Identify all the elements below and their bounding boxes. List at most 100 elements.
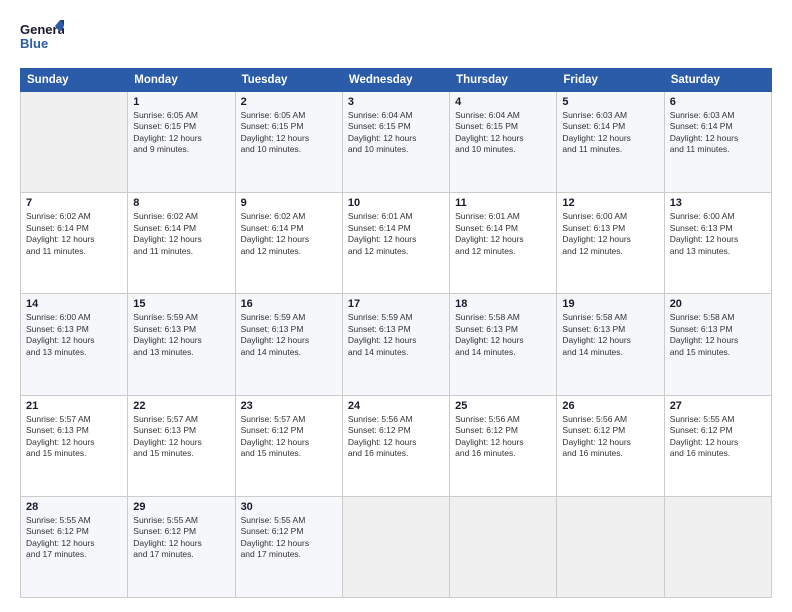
day-number: 14 (26, 298, 122, 310)
day-cell: 2Sunrise: 6:05 AM Sunset: 6:15 PM Daylig… (235, 92, 342, 193)
day-number: 15 (133, 298, 229, 310)
day-cell: 15 Sunrise: 5:59 AM Sunset: 6:13 PM Dayli… (128, 294, 235, 395)
day-cell: 13 Sunrise: 6:00 AM Sunset: 6:13 PM Dayli… (664, 193, 771, 294)
day-info: Sunrise: 6:00 AM Sunset: 6:13 PM Dayligh… (26, 312, 122, 358)
day-info: Sunrise: 5:55 AM Sunset: 6:12 PM Dayligh… (26, 515, 122, 561)
logo: General Blue (20, 18, 64, 58)
day-info: Sunrise: 6:05 AM Sunset: 6:15 PM Dayligh… (133, 110, 229, 156)
day-info: Sunrise: 5:58 AM Sunset: 6:13 PM Dayligh… (670, 312, 766, 358)
day-number: 12 (562, 197, 658, 209)
day-cell: 30Sunrise: 5:55 AM Sunset: 6:12 PM Dayli… (235, 496, 342, 597)
col-header-saturday: Saturday (664, 69, 771, 92)
day-cell (21, 92, 128, 193)
day-cell: 4 Sunrise: 6:04 AM Sunset: 6:15 PM Daylig… (450, 92, 557, 193)
day-info: Sunrise: 5:57 AM Sunset: 6:12 PM Dayligh… (241, 414, 337, 460)
day-cell: 25 Sunrise: 5:56 AM Sunset: 6:12 PM Dayli… (450, 395, 557, 496)
day-number: 16 (241, 298, 337, 310)
day-cell: 18 Sunrise: 5:58 AM Sunset: 6:13 PM Dayli… (450, 294, 557, 395)
day-cell (664, 496, 771, 597)
day-info: Sunrise: 5:56 AM Sunset: 6:12 PM Dayligh… (562, 414, 658, 460)
day-cell: 14 Sunrise: 6:00 AM Sunset: 6:13 PM Dayli… (21, 294, 128, 395)
day-info: Sunrise: 5:58 AM Sunset: 6:13 PM Dayligh… (455, 312, 551, 358)
day-info: Sunrise: 6:01 AM Sunset: 6:14 PM Dayligh… (455, 211, 551, 257)
day-cell: 5 Sunrise: 6:03 AM Sunset: 6:14 PM Daylig… (557, 92, 664, 193)
day-info: Sunrise: 5:55 AM Sunset: 6:12 PM Dayligh… (241, 515, 337, 561)
day-info: Sunrise: 6:02 AM Sunset: 6:14 PM Dayligh… (241, 211, 337, 257)
day-number: 25 (455, 400, 551, 412)
day-number: 3 (348, 96, 444, 108)
day-cell: 20 Sunrise: 5:58 AM Sunset: 6:13 PM Dayli… (664, 294, 771, 395)
day-info: Sunrise: 5:56 AM Sunset: 6:12 PM Dayligh… (348, 414, 444, 460)
day-number: 24 (348, 400, 444, 412)
day-info: Sunrise: 6:00 AM Sunset: 6:13 PM Dayligh… (562, 211, 658, 257)
day-info: Sunrise: 5:57 AM Sunset: 6:13 PM Dayligh… (26, 414, 122, 460)
day-number: 6 (670, 96, 766, 108)
week-row-3: 14 Sunrise: 6:00 AM Sunset: 6:13 PM Dayli… (21, 294, 772, 395)
col-header-monday: Monday (128, 69, 235, 92)
day-cell: 1 Sunrise: 6:05 AM Sunset: 6:15 PM Daylig… (128, 92, 235, 193)
calendar-table: SundayMondayTuesdayWednesdayThursdayFrid… (20, 68, 772, 598)
col-header-sunday: Sunday (21, 69, 128, 92)
day-number: 4 (455, 96, 551, 108)
day-number: 26 (562, 400, 658, 412)
day-info: Sunrise: 6:04 AM Sunset: 6:15 PM Dayligh… (455, 110, 551, 156)
day-info: Sunrise: 5:59 AM Sunset: 6:13 PM Dayligh… (241, 312, 337, 358)
day-cell: 23 Sunrise: 5:57 AM Sunset: 6:12 PM Dayli… (235, 395, 342, 496)
calendar-header-row: SundayMondayTuesdayWednesdayThursdayFrid… (21, 69, 772, 92)
day-cell: 16 Sunrise: 5:59 AM Sunset: 6:13 PM Dayli… (235, 294, 342, 395)
day-number: 22 (133, 400, 229, 412)
day-info: Sunrise: 5:55 AM Sunset: 6:12 PM Dayligh… (670, 414, 766, 460)
day-number: 18 (455, 298, 551, 310)
day-cell: 3Sunrise: 6:04 AM Sunset: 6:15 PM Daylig… (342, 92, 449, 193)
day-number: 5 (562, 96, 658, 108)
day-info: Sunrise: 5:59 AM Sunset: 6:13 PM Dayligh… (348, 312, 444, 358)
week-row-4: 21 Sunrise: 5:57 AM Sunset: 6:13 PM Dayli… (21, 395, 772, 496)
day-cell: 11 Sunrise: 6:01 AM Sunset: 6:14 PM Dayli… (450, 193, 557, 294)
day-number: 28 (26, 501, 122, 513)
day-number: 23 (241, 400, 337, 412)
day-number: 7 (26, 197, 122, 209)
day-cell (557, 496, 664, 597)
page-header: General Blue (20, 18, 772, 58)
day-info: Sunrise: 6:02 AM Sunset: 6:14 PM Dayligh… (133, 211, 229, 257)
day-cell (342, 496, 449, 597)
day-info: Sunrise: 6:01 AM Sunset: 6:14 PM Dayligh… (348, 211, 444, 257)
day-info: Sunrise: 6:00 AM Sunset: 6:13 PM Dayligh… (670, 211, 766, 257)
day-number: 13 (670, 197, 766, 209)
day-cell: 9Sunrise: 6:02 AM Sunset: 6:14 PM Daylig… (235, 193, 342, 294)
day-info: Sunrise: 5:59 AM Sunset: 6:13 PM Dayligh… (133, 312, 229, 358)
col-header-wednesday: Wednesday (342, 69, 449, 92)
logo-svg: General Blue (20, 18, 64, 58)
day-number: 11 (455, 197, 551, 209)
day-info: Sunrise: 6:03 AM Sunset: 6:14 PM Dayligh… (562, 110, 658, 156)
day-cell: 29Sunrise: 5:55 AM Sunset: 6:12 PM Dayli… (128, 496, 235, 597)
day-number: 2 (241, 96, 337, 108)
day-number: 19 (562, 298, 658, 310)
day-number: 21 (26, 400, 122, 412)
day-number: 27 (670, 400, 766, 412)
col-header-friday: Friday (557, 69, 664, 92)
day-cell: 19 Sunrise: 5:58 AM Sunset: 6:13 PM Dayli… (557, 294, 664, 395)
day-info: Sunrise: 5:58 AM Sunset: 6:13 PM Dayligh… (562, 312, 658, 358)
day-cell: 12 Sunrise: 6:00 AM Sunset: 6:13 PM Dayli… (557, 193, 664, 294)
day-info: Sunrise: 5:57 AM Sunset: 6:13 PM Dayligh… (133, 414, 229, 460)
day-cell: 10Sunrise: 6:01 AM Sunset: 6:14 PM Dayli… (342, 193, 449, 294)
svg-text:Blue: Blue (20, 36, 48, 51)
day-number: 8 (133, 197, 229, 209)
day-cell: 6 Sunrise: 6:03 AM Sunset: 6:14 PM Daylig… (664, 92, 771, 193)
week-row-5: 28 Sunrise: 5:55 AM Sunset: 6:12 PM Dayli… (21, 496, 772, 597)
day-cell: 27 Sunrise: 5:55 AM Sunset: 6:12 PM Dayli… (664, 395, 771, 496)
day-cell: 26 Sunrise: 5:56 AM Sunset: 6:12 PM Dayli… (557, 395, 664, 496)
day-cell (450, 496, 557, 597)
week-row-1: 1 Sunrise: 6:05 AM Sunset: 6:15 PM Daylig… (21, 92, 772, 193)
week-row-2: 7 Sunrise: 6:02 AM Sunset: 6:14 PM Daylig… (21, 193, 772, 294)
day-number: 17 (348, 298, 444, 310)
day-info: Sunrise: 6:03 AM Sunset: 6:14 PM Dayligh… (670, 110, 766, 156)
day-info: Sunrise: 6:02 AM Sunset: 6:14 PM Dayligh… (26, 211, 122, 257)
day-number: 1 (133, 96, 229, 108)
day-number: 20 (670, 298, 766, 310)
day-cell: 17 Sunrise: 5:59 AM Sunset: 6:13 PM Dayli… (342, 294, 449, 395)
day-cell: 28 Sunrise: 5:55 AM Sunset: 6:12 PM Dayli… (21, 496, 128, 597)
day-info: Sunrise: 5:55 AM Sunset: 6:12 PM Dayligh… (133, 515, 229, 561)
day-info: Sunrise: 5:56 AM Sunset: 6:12 PM Dayligh… (455, 414, 551, 460)
